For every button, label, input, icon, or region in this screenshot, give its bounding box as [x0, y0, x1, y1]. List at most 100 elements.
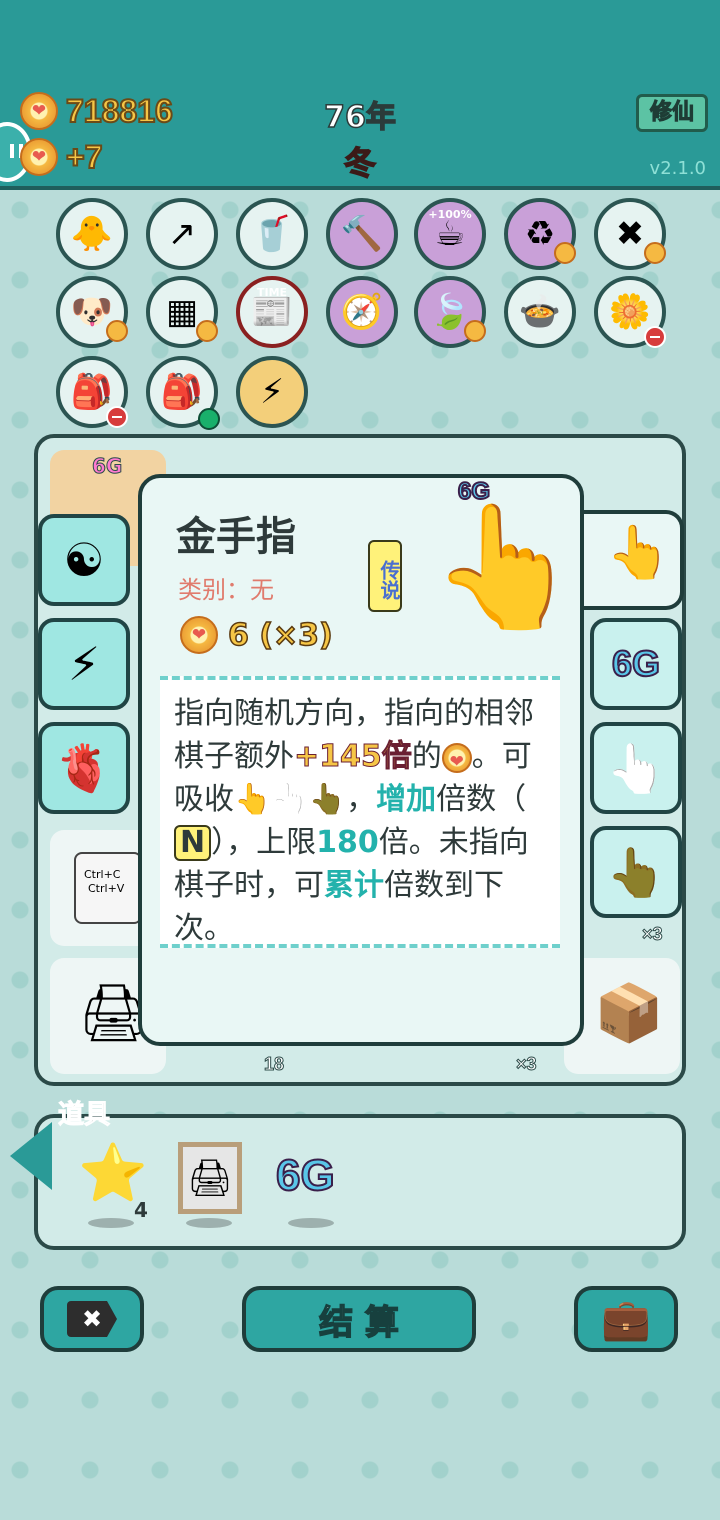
relic-label: +100% [428, 208, 472, 221]
recycle-icon: ♻ [524, 214, 556, 254]
coin-badge-icon [196, 320, 218, 342]
yin-yang-icon: ☯ [63, 533, 105, 587]
pointing-finger-white-icon: 👆 [606, 740, 666, 797]
active-dot-icon [198, 408, 220, 430]
liver-icon: 🫀 [55, 740, 113, 795]
skill-yin-yang[interactable]: ☯ [38, 514, 130, 606]
relic-slot[interactable]: 🥤 [236, 198, 308, 270]
cell-multiplier: ×3 [642, 924, 664, 945]
relic-slot[interactable]: 🧭 [326, 276, 398, 348]
relic-slot[interactable]: 🎒 [146, 356, 220, 430]
relic-label: TIME [256, 286, 288, 299]
pointing-finger-yellow-icon[interactable]: 👆 [606, 522, 671, 583]
remove-badge-icon [106, 406, 128, 428]
chick-egg-icon: 🐥 [70, 214, 114, 254]
desc-limit: 180 [316, 825, 379, 860]
hammer-icon: 🔨 [340, 214, 384, 254]
finger-yellow-icon: 👆 [234, 782, 272, 817]
coin-badge-icon [464, 320, 486, 342]
card-cost-value: 6 (×3) [227, 617, 333, 654]
coin-badge-icon [554, 242, 576, 264]
relic-slot[interactable]: 🔨 [326, 198, 398, 270]
rarity-badge: 传说 [368, 540, 402, 612]
coin-icon [180, 616, 218, 654]
relic-slot[interactable]: ♻ [504, 198, 576, 270]
relic-slot[interactable]: 🌼 [594, 276, 666, 348]
scroll-left-arrow[interactable] [10, 1122, 52, 1190]
printer-icon: 🖨 [187, 1158, 233, 1199]
copy-paste-piece: Ctrl+C Ctrl+V [74, 852, 142, 924]
card-6g-badge: 6G [457, 477, 491, 506]
right-button-white-finger[interactable]: 👆 [590, 722, 682, 814]
relic-slot[interactable]: 📰 TIME [236, 276, 308, 348]
printer-item[interactable]: 🖨 [178, 1142, 242, 1214]
bubble-tea-icon: 🥤 [250, 214, 294, 254]
desc-text: 的 [411, 739, 442, 774]
skill-liver[interactable]: 🫀 [38, 722, 130, 814]
bag-icon: 🎒 [160, 372, 204, 412]
cell-tag: 6G [91, 454, 123, 479]
star-count: 4 [134, 1198, 148, 1222]
relic-slot[interactable]: ⚡ [236, 356, 308, 428]
copy-label: Ctrl+C [84, 868, 121, 881]
coin-badge-icon [106, 320, 128, 342]
delete-tag-icon: ✖ [615, 214, 645, 254]
version-label: v2.1.0 [649, 158, 706, 179]
finger-brown-icon: 👆 [308, 782, 347, 817]
item-shadow [288, 1218, 334, 1228]
card-description: 指向随机方向，指向的相邻棋子额外+145倍的。可吸收👆👆👆，增加倍数（N），上限… [160, 676, 560, 948]
relic-slot[interactable]: ✖ [594, 198, 666, 270]
relic-slot[interactable]: 🎒 [56, 356, 128, 428]
cultivate-button[interactable]: 修仙 [636, 94, 708, 132]
flower-pot-icon: 🌼 [608, 292, 652, 332]
card-6g-label: 6G [457, 477, 491, 506]
duck-pot-icon: 🍲 [518, 292, 562, 332]
bag-button[interactable]: 💼 [574, 1286, 678, 1352]
briefcase-icon: 💼 [601, 1296, 651, 1343]
delete-button[interactable]: ✖ [40, 1286, 144, 1352]
relic-slot[interactable]: ☕ +100% [414, 198, 486, 270]
star-item[interactable]: ⭐ [78, 1140, 148, 1206]
cell-multiplier: ×3 [516, 1054, 538, 1075]
relic-slot[interactable]: 🍲 [504, 276, 576, 348]
year-label: 76年 [323, 99, 396, 136]
card-title: 金手指 [176, 514, 296, 560]
desc-accumulate: 累计 [324, 868, 384, 903]
settle-button[interactable]: 结 算 [242, 1286, 476, 1352]
paste-label: Ctrl+V [88, 882, 125, 895]
relic-slot[interactable]: 🐶 [56, 276, 128, 348]
relic-slot[interactable]: 🐥 [56, 198, 128, 270]
desc-bonus: +145倍 [294, 739, 413, 775]
6g-item[interactable]: 6G [275, 1150, 336, 1201]
item-shadow [88, 1218, 134, 1228]
desc-n-badge: N [174, 825, 212, 861]
skill-lightning[interactable]: ⚡ [38, 618, 130, 710]
coin-badge-icon [644, 242, 666, 264]
card-cost: 6 (×3) [180, 616, 334, 654]
right-button-6g[interactable]: 6G [590, 618, 682, 710]
relic-slot[interactable]: ↗ [146, 198, 218, 270]
relic-slot[interactable]: 🍃 [414, 276, 486, 348]
compass-icon: 🧭 [340, 292, 384, 332]
golden-finger-icon: 👆 [430, 498, 580, 637]
bag-icon: 🎒 [70, 372, 114, 412]
items-title: 道具 [57, 1100, 111, 1131]
box-icon: 📦 [594, 981, 664, 1046]
relic-slot[interactable]: ▦ [146, 276, 218, 348]
cell-multiplier: 18 [263, 1054, 285, 1075]
arrow-up-icon: ↗ [167, 214, 197, 254]
right-button-brown-finger[interactable]: 👆 [590, 826, 682, 918]
remove-badge-icon [644, 326, 666, 348]
desc-text: ， [346, 782, 377, 817]
coin-icon [441, 742, 472, 773]
desc-increase: 增加 [376, 782, 437, 817]
pointing-finger-brown-icon: 👆 [606, 844, 666, 901]
card-category: 类别：无 [178, 576, 274, 604]
season-label: 冬 [343, 143, 377, 183]
desc-text: ），上限 [211, 825, 317, 860]
6g-icon: 6G [611, 642, 661, 685]
sugar-cubes-icon: ▦ [165, 292, 199, 332]
delete-tag-icon: ✖ [67, 1301, 117, 1337]
lightning-icon: ⚡ [67, 637, 101, 691]
finger-white-icon: 👆 [271, 782, 309, 817]
